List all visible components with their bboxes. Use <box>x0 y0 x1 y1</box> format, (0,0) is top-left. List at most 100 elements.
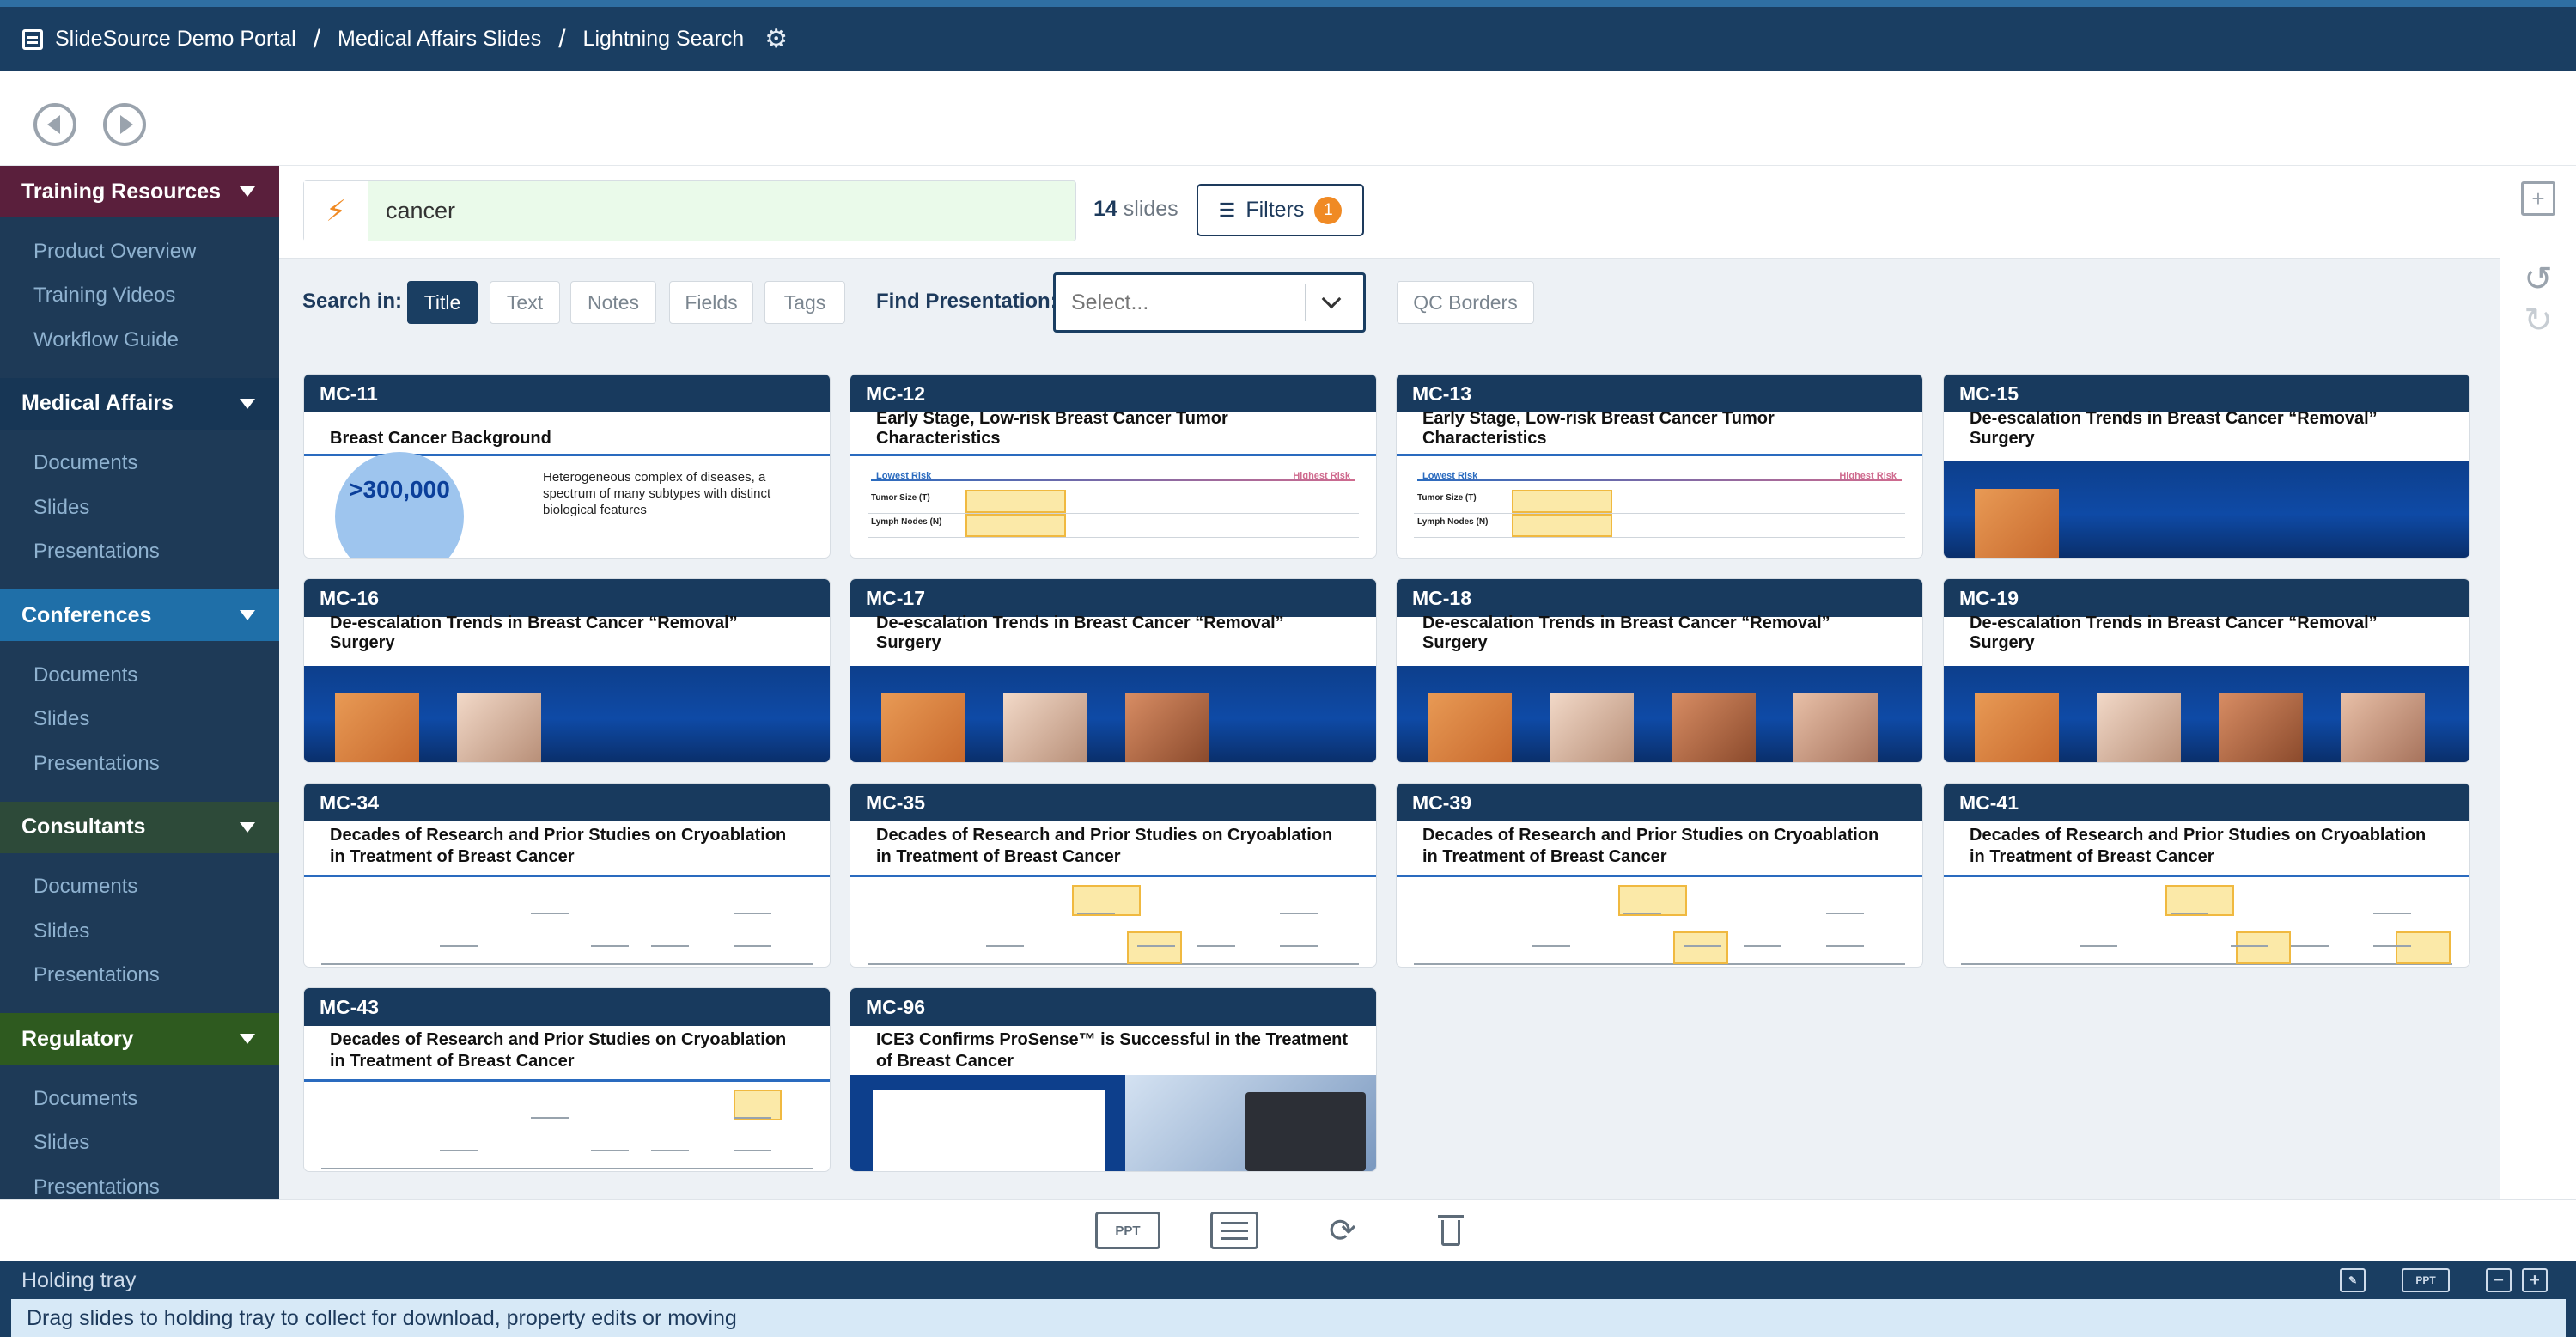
breadcrumb-lightning-search[interactable]: Lightning Search <box>583 27 745 52</box>
redo-icon[interactable]: ↻ <box>2521 302 2555 339</box>
timeline-entry <box>2373 913 2411 925</box>
filters-button[interactable]: ☰ Filters 1 <box>1197 184 1364 236</box>
trash-can-shape <box>1441 1220 1460 1246</box>
sidebar-item-workflow-guide[interactable]: Workflow Guide <box>0 318 279 363</box>
gear-icon[interactable]: ⚙ <box>764 24 788 54</box>
find-presentation-input[interactable] <box>1056 290 1305 315</box>
chip-title[interactable]: Title <box>407 281 478 324</box>
slide-image <box>850 1075 1376 1171</box>
sidebar-item-documents[interactable]: Documents <box>0 865 279 910</box>
sidebar-item-documents[interactable]: Documents <box>0 442 279 486</box>
slide-card-id: MC-19 <box>1944 579 2469 617</box>
chip-text[interactable]: Text <box>490 281 560 324</box>
forward-button[interactable] <box>103 103 146 146</box>
table-cell <box>1710 490 1808 513</box>
slide-card-id: MC-17 <box>850 579 1376 617</box>
chip-fields[interactable]: Fields <box>669 281 753 324</box>
portal-icon[interactable] <box>22 28 43 50</box>
timeline-entry <box>591 1150 629 1162</box>
table-cell: Lymph Nodes (N) <box>871 517 942 527</box>
slide-stat: >300,000 <box>335 452 464 558</box>
slide-card[interactable]: MC-17 De-escalation Trends in Breast Canc… <box>850 578 1377 763</box>
edit-properties-button[interactable] <box>1210 1212 1258 1249</box>
slide-card-id: MC-11 <box>304 375 830 412</box>
table-cell <box>1261 514 1359 537</box>
slide-card[interactable]: MC-41 Decades of Research and Prior Studi… <box>1943 783 2470 968</box>
slide-card[interactable]: MC-19 De-escalation Trends in Breast Canc… <box>1943 578 2470 763</box>
search-input[interactable] <box>368 198 1056 224</box>
sidebar-section-training-resources[interactable]: Training Resources <box>0 166 279 217</box>
timeline-entry <box>1826 945 1864 957</box>
sidebar-section-regulatory[interactable]: Regulatory <box>0 1013 279 1065</box>
sidebar-item-product-overview[interactable]: Product Overview <box>0 229 279 274</box>
sidebar-item-presentations[interactable]: Presentations <box>0 1165 279 1199</box>
surgery-photo <box>1125 693 1209 762</box>
surgery-photo <box>1550 693 1634 762</box>
table-cell <box>1066 514 1164 537</box>
slide-card[interactable]: MC-39 Decades of Research and Prior Studi… <box>1396 783 1923 968</box>
chip-notes[interactable]: Notes <box>570 281 656 324</box>
sidebar-section-items: Documents Slides Presentations <box>0 853 279 1014</box>
timeline-highlight <box>734 1090 782 1120</box>
breadcrumb-portal[interactable]: SlideSource Demo Portal <box>55 27 296 52</box>
breadcrumb-separator: / <box>558 24 566 53</box>
slide-count-label: slides <box>1123 197 1178 221</box>
lowest-risk-label: Lowest Risk <box>1422 471 1478 481</box>
sidebar-item-documents[interactable]: Documents <box>0 653 279 698</box>
slide-card[interactable]: MC-34 Decades of Research and Prior Studi… <box>303 783 831 968</box>
timeline-entry <box>591 945 629 957</box>
sidebar: Training Resources Product Overview Traini… <box>0 166 279 1199</box>
surgery-photo <box>1003 693 1087 762</box>
tray-collapse-icon[interactable]: − <box>2486 1268 2512 1292</box>
table-cell: Tumor Size (T) <box>871 493 930 503</box>
tray-expand-icon[interactable]: + <box>2522 1268 2548 1292</box>
timeline-entry <box>986 945 1024 957</box>
sidebar-item-presentations[interactable]: Presentations <box>0 954 279 998</box>
slide-card[interactable]: MC-13 Early Stage, Low-risk Breast Cancer… <box>1396 374 1923 559</box>
timeline-entry <box>734 945 771 957</box>
qc-borders-button[interactable]: QC Borders <box>1397 281 1534 324</box>
slide-card[interactable]: MC-43 Decades of Research and Prior Studi… <box>303 987 831 1172</box>
delete-button[interactable] <box>1438 1212 1464 1249</box>
table-row: Tumor Size (T) <box>868 490 1359 514</box>
download-ppt-button[interactable]: PPT <box>1095 1212 1160 1249</box>
sidebar-item-slides[interactable]: Slides <box>0 698 279 742</box>
timeline-entry <box>2291 945 2329 957</box>
sidebar-item-slides[interactable]: Slides <box>0 485 279 530</box>
timeline-entry <box>1532 945 1570 957</box>
sidebar-item-training-videos[interactable]: Training Videos <box>0 274 279 319</box>
slide-card[interactable]: MC-96 ICE3 Confirms ProSense™ is Successf… <box>850 987 1377 1172</box>
search-in-label: Search in: <box>302 290 403 313</box>
table-cell <box>1710 514 1808 537</box>
add-slide-icon[interactable]: + <box>2521 181 2555 216</box>
slide-card[interactable]: MC-15 De-escalation Trends in Breast Canc… <box>1943 374 2470 559</box>
sidebar-section-consultants[interactable]: Consultants <box>0 801 279 853</box>
breadcrumb-medical-affairs[interactable]: Medical Affairs Slides <box>338 27 541 52</box>
tray-edit-icon[interactable]: ✎ <box>2340 1268 2366 1292</box>
slide-card-title: ICE3 Confirms ProSense™ is Successful in… <box>876 1030 1349 1071</box>
back-button[interactable] <box>33 103 76 146</box>
chevron-down-icon[interactable] <box>1321 289 1342 309</box>
slide-card[interactable]: MC-16 De-escalation Trends in Breast Canc… <box>303 578 831 763</box>
slide-card-title: Decades of Research and Prior Studies on… <box>1422 826 1879 866</box>
sidebar-section-medical-affairs[interactable]: Medical Affairs <box>0 377 279 430</box>
sidebar-item-documents[interactable]: Documents <box>0 1077 279 1121</box>
sidebar-section-title: Medical Affairs <box>21 391 174 415</box>
slide-card-title: De-escalation Trends in Breast Cancer “R… <box>1970 409 2378 448</box>
sidebar-item-presentations[interactable]: Presentations <box>0 530 279 575</box>
slide-card[interactable]: MC-12 Early Stage, Low-risk Breast Cancer… <box>850 374 1377 559</box>
find-presentation-select[interactable] <box>1053 272 1366 333</box>
table-cell <box>965 514 1067 537</box>
slide-card[interactable]: MC-18 De-escalation Trends in Breast Canc… <box>1396 578 1923 763</box>
sync-button[interactable]: ⟳ <box>1323 1212 1362 1249</box>
sidebar-item-slides[interactable]: Slides <box>0 1121 279 1166</box>
slide-card[interactable]: MC-35 Decades of Research and Prior Studi… <box>850 783 1377 968</box>
slide-card[interactable]: MC-11 Breast Cancer Background >300,000 Het… <box>303 374 831 559</box>
sidebar-item-slides[interactable]: Slides <box>0 909 279 954</box>
sidebar-item-presentations[interactable]: Presentations <box>0 742 279 786</box>
tray-download-ppt-icon[interactable]: PPT <box>2402 1268 2450 1292</box>
sidebar-section-conferences[interactable]: Conferences <box>0 589 279 641</box>
right-rail: + ↺ ↻ <box>2500 166 2576 1199</box>
chip-tags[interactable]: Tags <box>764 281 845 324</box>
undo-icon[interactable]: ↺ <box>2521 260 2555 298</box>
